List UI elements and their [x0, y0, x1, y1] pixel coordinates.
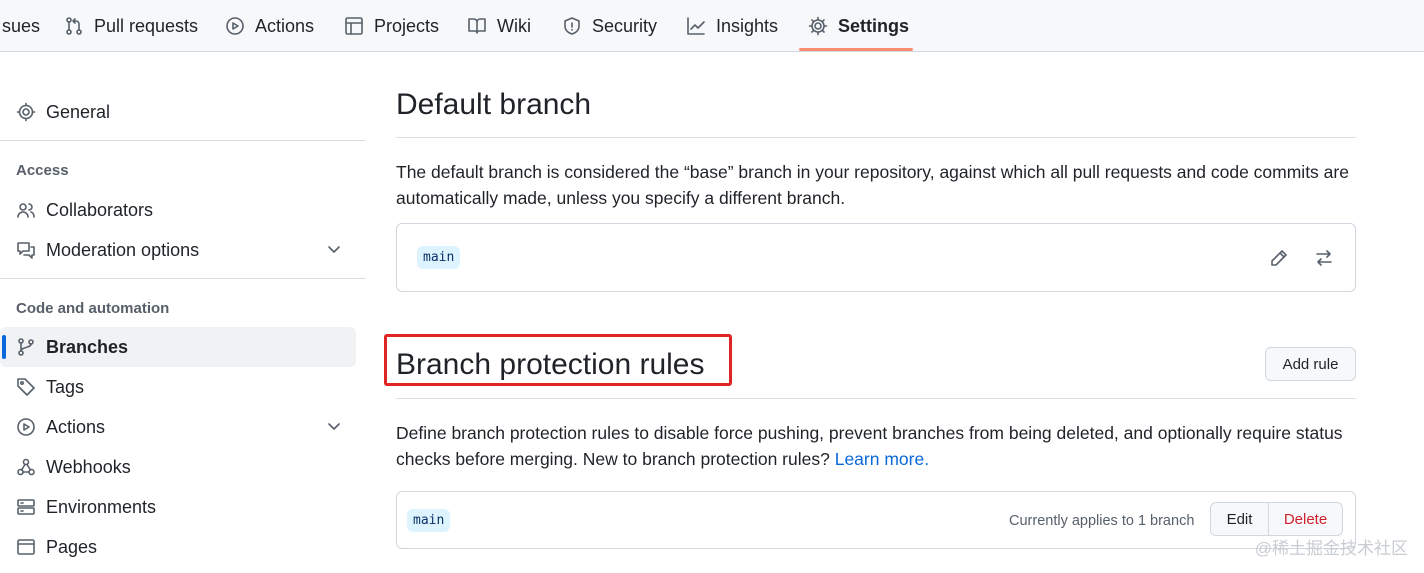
sidebar-item-actions[interactable]: Actions	[0, 407, 356, 447]
sidebar-item-collaborators[interactable]: Collaborators	[0, 190, 356, 230]
git-pull-request-icon	[66, 17, 82, 35]
nav-actions[interactable]: Actions	[225, 0, 314, 52]
gear-icon	[16, 102, 36, 122]
sidebar-item-branches[interactable]: Branches	[0, 327, 356, 367]
sidebar-item-label: Environments	[46, 496, 157, 517]
nav-security-label: Security	[592, 15, 658, 36]
nav-projects[interactable]: Projects	[344, 0, 439, 52]
nav-insights-label: Insights	[716, 15, 779, 36]
sidebar-divider	[0, 140, 366, 141]
sidebar-item-moderation-options[interactable]: Moderation options	[0, 230, 356, 270]
table-icon	[345, 17, 363, 35]
section-divider	[396, 137, 1356, 138]
shield-icon	[564, 17, 580, 35]
nav-pull-requests-label: Pull requests	[94, 15, 199, 36]
watermark: @稀土掘金技术社区	[1254, 539, 1408, 558]
graph-icon	[687, 17, 705, 35]
active-indicator	[2, 335, 6, 359]
play-icon	[17, 418, 35, 436]
sidebar-divider	[0, 278, 366, 279]
browser-icon	[17, 539, 35, 555]
branch-protection-title: Branch protection rules	[396, 348, 705, 381]
default-branch-box: main	[396, 223, 1356, 292]
chevron-down-icon	[328, 246, 340, 253]
rule-applies-count: Currently applies to 1 branch	[1009, 513, 1195, 529]
sidebar-item-label: Moderation options	[46, 239, 200, 260]
protection-rule-row: main Currently applies to 1 branch Edit …	[396, 491, 1356, 549]
default-branch-name: main	[417, 246, 461, 269]
add-rule-button[interactable]: Add rule	[1265, 347, 1356, 381]
delete-rule-button[interactable]: Delete	[1268, 502, 1343, 536]
git-branch-icon	[18, 338, 34, 356]
arrow-switch-icon	[1316, 250, 1332, 266]
sidebar-heading-access: Access	[16, 162, 69, 179]
nav-wiki-label: Wiki	[497, 15, 531, 36]
nav-actions-label: Actions	[255, 15, 315, 36]
active-tab-underline	[799, 48, 913, 51]
chevron-down-icon	[328, 423, 340, 430]
rename-branch-button[interactable]	[1263, 242, 1295, 274]
sidebar-item-label: Webhooks	[46, 456, 131, 477]
pencil-icon	[1271, 250, 1287, 266]
sidebar-item-general[interactable]: General	[0, 92, 356, 132]
sidebar-item-label: Tags	[46, 376, 85, 397]
sidebar-item-label: General	[46, 101, 111, 122]
rule-branch-pattern: main	[407, 509, 451, 532]
comment-discussion-icon	[17, 242, 35, 259]
nav-wiki[interactable]: Wiki	[467, 0, 531, 52]
section-divider	[396, 398, 1356, 399]
sidebar-heading-code-automation: Code and automation	[16, 300, 170, 317]
sidebar-item-environments[interactable]: Environments	[0, 487, 356, 527]
sidebar-item-label: Collaborators	[46, 199, 154, 220]
tag-icon	[17, 378, 35, 396]
sidebar-item-pages[interactable]: Pages	[0, 527, 356, 567]
nav-pull-requests[interactable]: Pull requests	[64, 0, 198, 52]
learn-more-link[interactable]: Learn more.	[835, 449, 929, 469]
branch-protection-description: Define branch protection rules to disabl…	[396, 420, 1356, 472]
repo-navigation: sues Pull requests Actions Projects Wiki…	[0, 0, 1424, 52]
nav-insights[interactable]: Insights	[686, 0, 778, 52]
sidebar-item-label: Actions	[46, 416, 106, 437]
play-icon	[226, 17, 244, 35]
people-icon	[17, 203, 35, 218]
book-icon	[468, 18, 486, 34]
sidebar-item-tags[interactable]: Tags	[0, 367, 356, 407]
gear-icon	[808, 16, 828, 36]
nav-projects-label: Projects	[374, 15, 440, 36]
edit-rule-button[interactable]: Edit	[1210, 502, 1269, 536]
sidebar-item-label: Branches	[46, 336, 129, 357]
nav-security[interactable]: Security	[562, 0, 657, 52]
nav-issues-label: sues	[2, 15, 41, 36]
nav-settings-label: Settings	[838, 15, 910, 36]
sidebar-item-webhooks[interactable]: Webhooks	[0, 447, 356, 487]
webhook-icon	[17, 458, 35, 476]
nav-settings[interactable]: Settings	[808, 0, 909, 52]
switch-branch-button[interactable]	[1308, 242, 1340, 274]
nav-issues[interactable]: sues	[2, 0, 40, 52]
sidebar-item-label: Pages	[46, 536, 98, 557]
default-branch-title: Default branch	[396, 88, 592, 121]
default-branch-description: The default branch is considered the “ba…	[396, 162, 1349, 208]
server-icon	[17, 499, 35, 515]
